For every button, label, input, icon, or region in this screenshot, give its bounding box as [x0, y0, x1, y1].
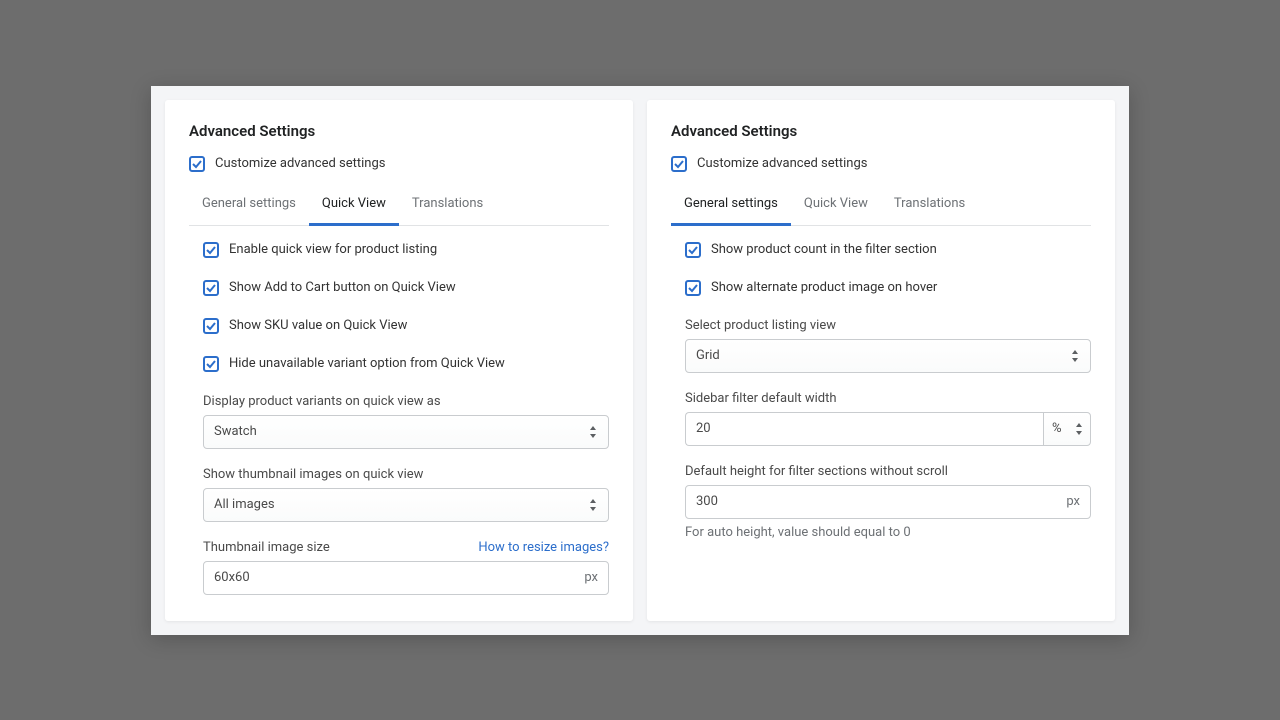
tab-general[interactable]: General settings — [671, 186, 791, 226]
caret-icon — [1070, 349, 1080, 363]
enable-qv-label: Enable quick view for product listing — [229, 242, 437, 257]
show-count-checkbox[interactable] — [685, 242, 701, 258]
tab-general[interactable]: General settings — [189, 186, 309, 226]
show-count-label: Show product count in the filter section — [711, 242, 937, 257]
thumb-mode-value: All images — [214, 497, 275, 512]
thumb-size-label: Thumbnail image size — [203, 540, 330, 555]
variant-display-value: Swatch — [214, 424, 257, 439]
enable-qv-checkbox[interactable] — [203, 242, 219, 258]
customize-label: Customize advanced settings — [697, 156, 867, 171]
tab-quick-view[interactable]: Quick View — [309, 186, 399, 226]
thumb-mode-select[interactable]: All images — [203, 488, 609, 522]
panel-quick-view: Advanced Settings Customize advanced set… — [165, 100, 633, 621]
thumb-size-input[interactable]: 60x60 px — [203, 561, 609, 595]
customize-row: Customize advanced settings — [189, 156, 609, 172]
customize-label: Customize advanced settings — [215, 156, 385, 171]
hide-unavail-checkbox[interactable] — [203, 356, 219, 372]
alt-image-checkbox[interactable] — [685, 280, 701, 296]
hide-unavail-label: Hide unavailable variant option from Qui… — [229, 356, 505, 371]
filter-height-suffix: px — [1066, 494, 1080, 509]
filter-height-input[interactable]: 300 px — [685, 485, 1091, 519]
variant-display-select[interactable]: Swatch — [203, 415, 609, 449]
panel-title: Advanced Settings — [189, 122, 609, 140]
sidebar-width-label: Sidebar filter default width — [685, 391, 1091, 406]
tab-translations[interactable]: Translations — [399, 186, 496, 226]
customize-row: Customize advanced settings — [671, 156, 1091, 172]
thumb-size-value: 60x60 — [214, 570, 250, 585]
filter-height-value: 300 — [696, 494, 718, 509]
listing-view-label: Select product listing view — [685, 318, 1091, 333]
customize-checkbox[interactable] — [671, 156, 687, 172]
show-sku-label: Show SKU value on Quick View — [229, 318, 407, 333]
thumb-size-suffix: px — [584, 570, 598, 585]
filter-height-label: Default height for filter sections witho… — [685, 464, 1091, 479]
tab-translations[interactable]: Translations — [881, 186, 978, 226]
tab-quick-view[interactable]: Quick View — [791, 186, 881, 226]
listing-view-value: Grid — [696, 348, 720, 363]
alt-image-label: Show alternate product image on hover — [711, 280, 937, 295]
panel-title: Advanced Settings — [671, 122, 1091, 140]
sidebar-width-input[interactable]: 20 — [685, 412, 1043, 446]
panel-general: Advanced Settings Customize advanced set… — [647, 100, 1115, 621]
caret-icon — [588, 425, 598, 439]
listing-view-select[interactable]: Grid — [685, 339, 1091, 373]
sidebar-width-unit: % — [1052, 421, 1062, 436]
resize-help-link[interactable]: How to resize images? — [478, 540, 609, 555]
tabs: General settings Quick View Translations — [189, 186, 609, 226]
caret-icon — [1074, 422, 1084, 436]
show-atc-label: Show Add to Cart button on Quick View — [229, 280, 456, 295]
variant-display-label: Display product variants on quick view a… — [203, 394, 609, 409]
show-sku-checkbox[interactable] — [203, 318, 219, 334]
thumb-mode-label: Show thumbnail images on quick view — [203, 467, 609, 482]
filter-height-help: For auto height, value should equal to 0 — [685, 525, 1091, 540]
sidebar-width-unit-select[interactable]: % — [1043, 412, 1091, 446]
sidebar-width-value: 20 — [696, 421, 711, 436]
caret-icon — [588, 498, 598, 512]
tabs: General settings Quick View Translations — [671, 186, 1091, 226]
show-atc-checkbox[interactable] — [203, 280, 219, 296]
customize-checkbox[interactable] — [189, 156, 205, 172]
